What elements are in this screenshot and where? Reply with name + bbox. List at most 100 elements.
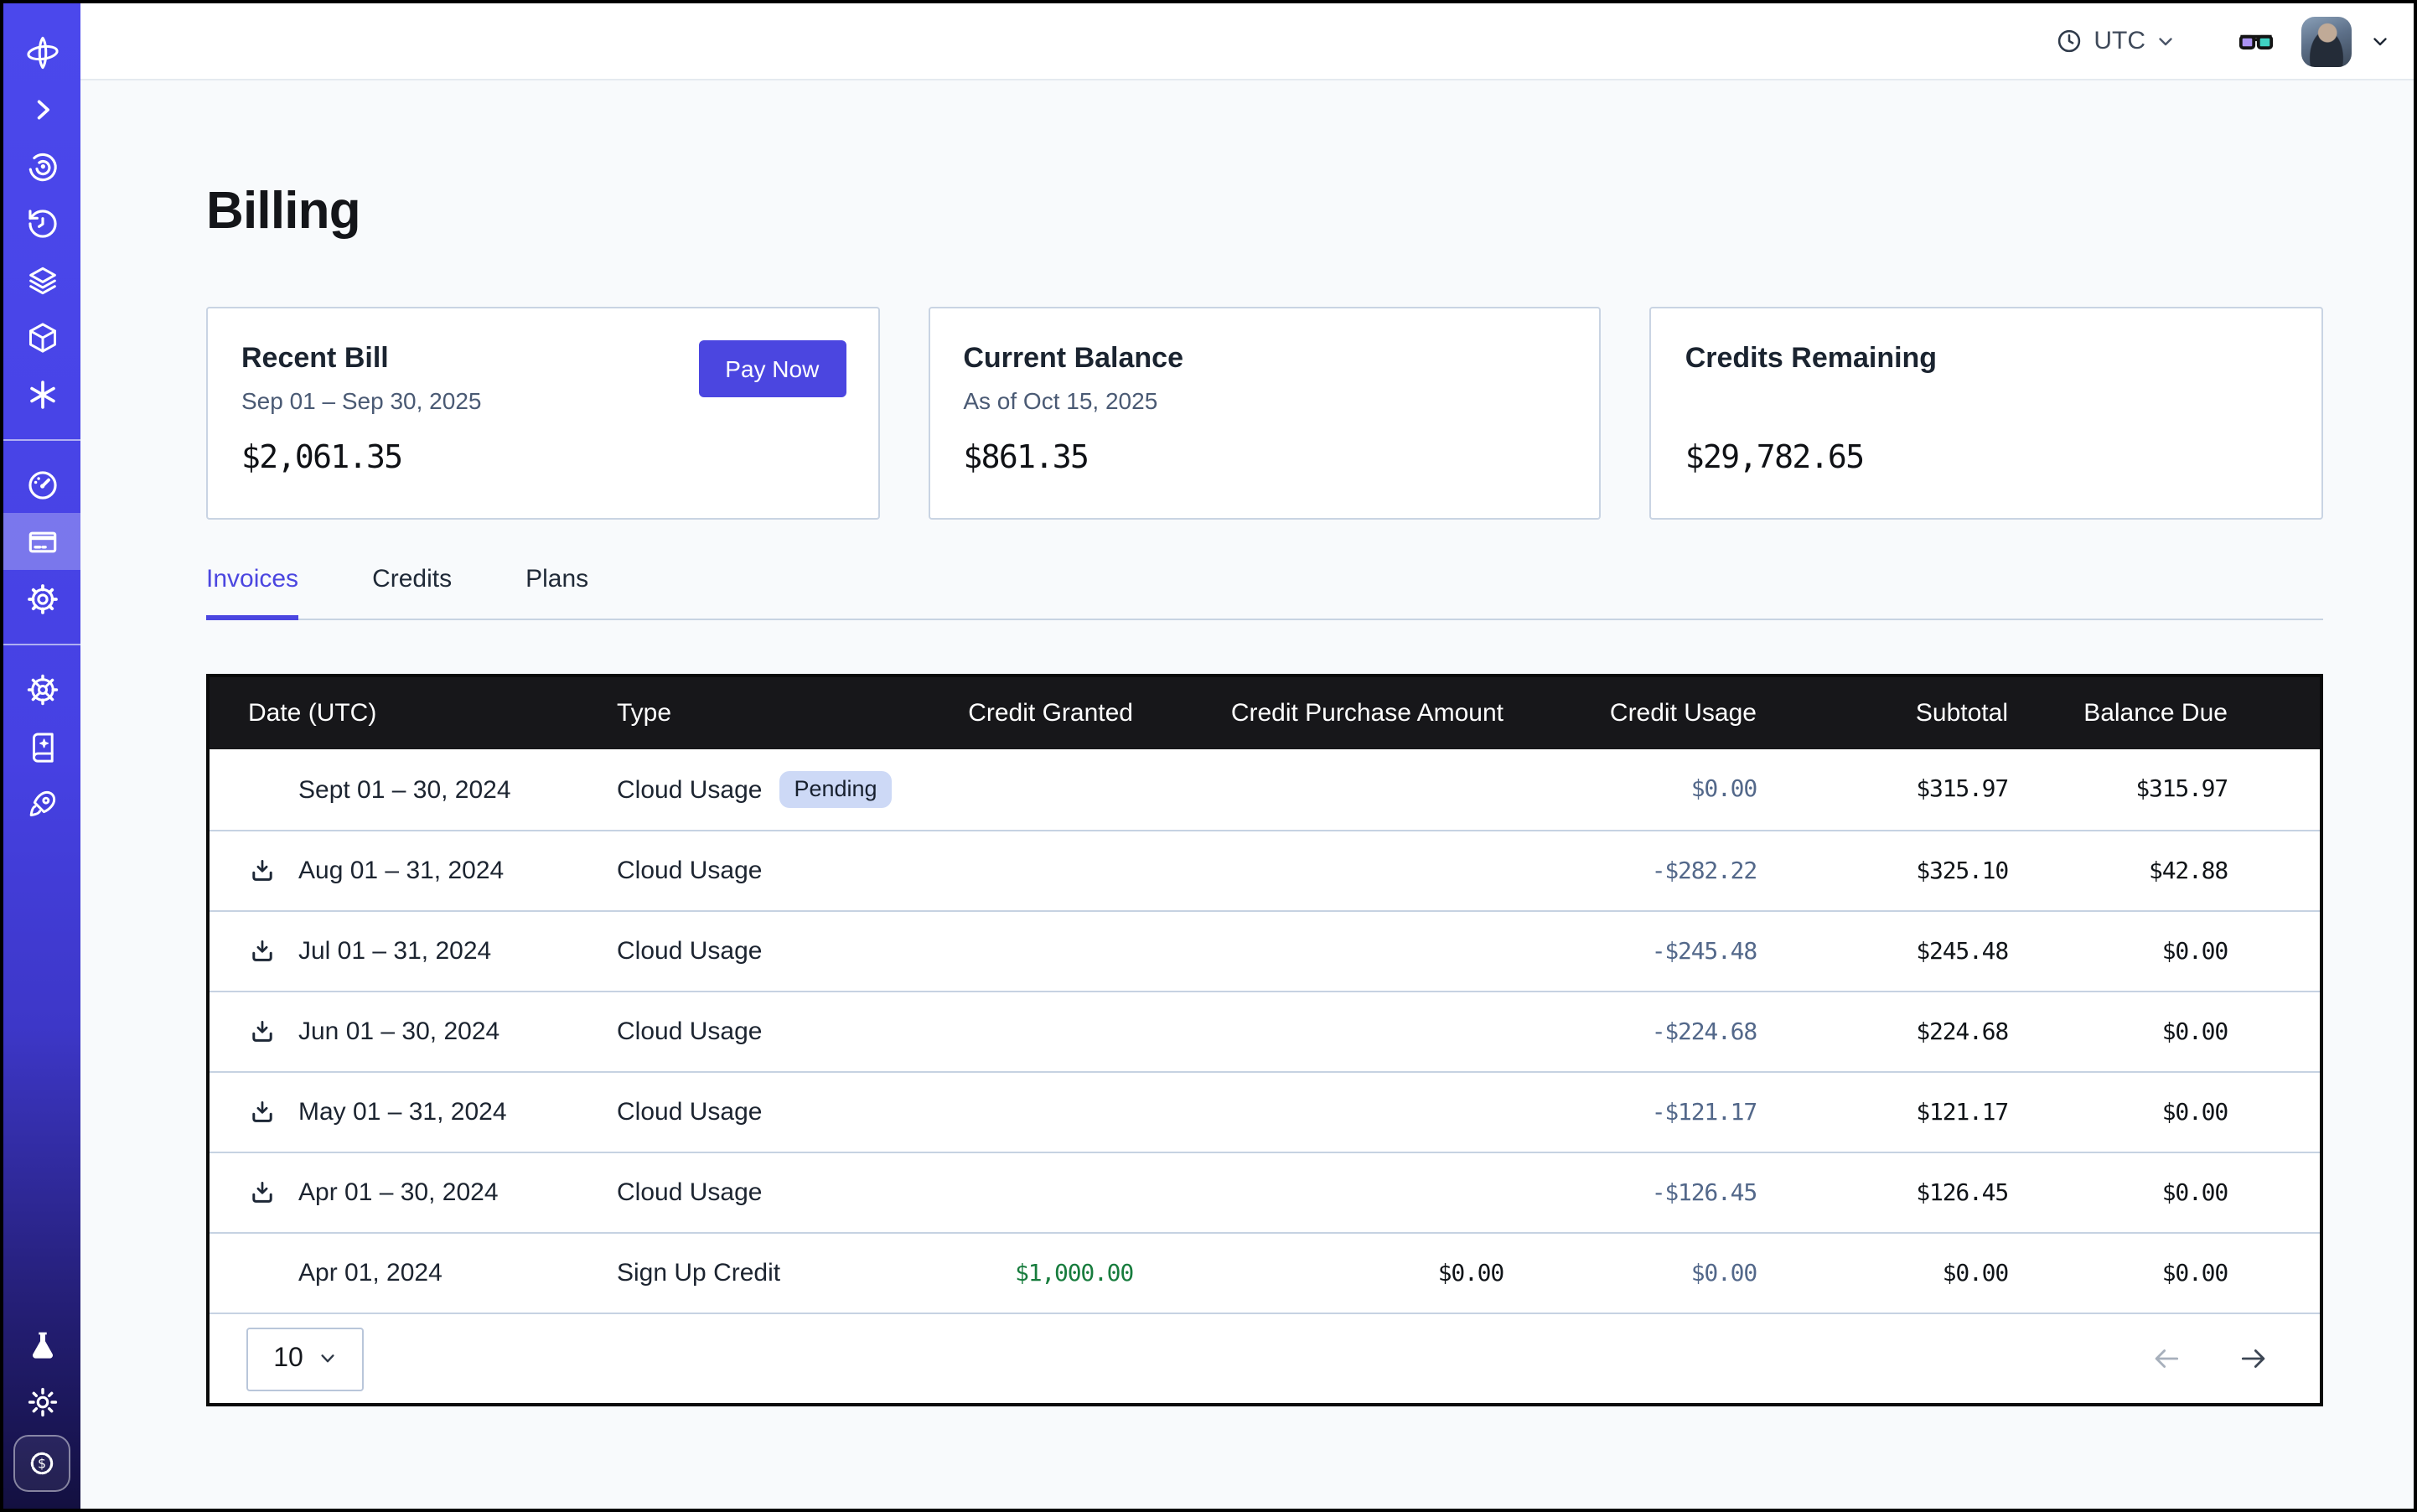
timezone-dropdown[interactable]: UTC <box>2055 27 2176 55</box>
next-page-button[interactable] <box>2238 1343 2269 1375</box>
invoice-date-cell: Jul 01 – 31, 2024 <box>210 937 617 966</box>
sidebar-item-observability[interactable] <box>3 137 80 194</box>
history-icon <box>24 205 60 241</box>
download-icon <box>248 1098 277 1126</box>
sidebar-item-billing[interactable] <box>3 513 80 570</box>
tab-credits[interactable]: Credits <box>372 565 452 619</box>
credit-purchase-value: $0.00 <box>1133 1260 1504 1287</box>
page-size-select[interactable]: 10 <box>246 1327 364 1390</box>
download-slot <box>248 1178 298 1207</box>
billing-card-icon <box>24 524 60 559</box>
invoice-date-cell: Sept 01 – 30, 2024 <box>210 775 617 804</box>
sidebar-item-theme[interactable] <box>3 1373 80 1430</box>
download-invoice-button[interactable] <box>248 1178 277 1207</box>
download-slot <box>248 857 298 885</box>
status-badge: Pending <box>779 771 892 808</box>
sidebar-item-launch[interactable] <box>3 774 80 831</box>
invoice-type: Cloud Usage <box>617 857 762 885</box>
sidebar-item-asterisk[interactable] <box>3 365 80 422</box>
invoice-type-cell: Cloud Usage <box>617 937 932 966</box>
card-title: Credits Remaining <box>1685 342 2288 375</box>
balance-due-value: $0.00 <box>2008 1018 2228 1045</box>
download-invoice-button[interactable] <box>248 1017 277 1046</box>
table-row: Jul 01 – 31, 2024 Cloud Usage -$245.48 $… <box>210 910 2320 991</box>
svg-text:$: $ <box>38 1456 46 1472</box>
invoice-date: Sept 01 – 30, 2024 <box>298 775 511 804</box>
balance-due-value: $42.88 <box>2008 857 2228 884</box>
table-row: Apr 01 – 30, 2024 Cloud Usage -$126.45 $… <box>210 1152 2320 1232</box>
sidebar-item-labs[interactable] <box>3 1316 80 1373</box>
subtotal-value: $126.45 <box>1757 1179 2008 1206</box>
download-icon <box>248 937 277 966</box>
sidebar-item-layers[interactable] <box>3 251 80 308</box>
user-avatar[interactable] <box>2301 16 2352 66</box>
subtotal-value: $245.48 <box>1757 938 2008 965</box>
sidebar-item-settings[interactable] <box>3 570 80 627</box>
download-invoice-button[interactable] <box>248 857 277 885</box>
invoice-date: Aug 01 – 31, 2024 <box>298 857 504 885</box>
arrow-left-icon <box>2150 1343 2182 1375</box>
column-header-subtotal: Subtotal <box>1757 699 2008 728</box>
recent-bill-card: Recent Bill Sep 01 – Sep 30, 2025 $2,061… <box>206 307 879 520</box>
download-slot <box>248 937 298 966</box>
download-invoice-button[interactable] <box>248 937 277 966</box>
tab-invoices[interactable]: Invoices <box>206 565 298 620</box>
sidebar-item-logo[interactable] <box>3 23 80 80</box>
previous-page-button[interactable] <box>2150 1343 2182 1375</box>
arrow-right-icon <box>2238 1343 2269 1375</box>
credit-usage-value: $0.00 <box>1504 1260 1757 1287</box>
invoice-type-cell: Sign Up Credit <box>617 1259 932 1287</box>
table-body: Sept 01 – 30, 2024 Cloud Usage Pending $… <box>210 749 2320 1313</box>
table-row: Apr 01, 2024 Sign Up Credit $1,000.00 $0… <box>210 1232 2320 1313</box>
balance-due-value: $0.00 <box>2008 1099 2228 1126</box>
chevron-right-icon <box>24 91 60 127</box>
invoice-date-cell: Jun 01 – 30, 2024 <box>210 1017 617 1046</box>
invoice-type-cell: Cloud Usage Pending <box>617 771 932 808</box>
credit-granted-value: $1,000.00 <box>932 1260 1133 1287</box>
balance-due-value: $0.00 <box>2008 1260 2228 1287</box>
gear-icon <box>24 581 60 616</box>
sidebar-item-usage[interactable] <box>3 456 80 513</box>
asterisk-icon <box>24 376 60 412</box>
table-row: May 01 – 31, 2024 Cloud Usage -$121.17 $… <box>210 1071 2320 1152</box>
helm-wheel-icon <box>24 671 60 707</box>
credits-remaining-amount: $29,782.65 <box>1685 439 2288 476</box>
invoices-table: Date (UTC) Type Credit Granted Credit Pu… <box>206 674 2323 1406</box>
reader-mode-button[interactable] <box>2236 21 2276 61</box>
chevron-down-icon <box>2156 31 2176 51</box>
column-header-balance-due: Balance Due <box>2008 699 2228 728</box>
sidebar-item-expand[interactable] <box>3 80 80 137</box>
sidebar-item-cube[interactable] <box>3 308 80 365</box>
pay-now-button[interactable]: Pay Now <box>698 340 846 397</box>
balance-due-value: $0.00 <box>2008 938 2228 965</box>
invoice-date: Jun 01 – 30, 2024 <box>298 1017 499 1046</box>
download-slot <box>248 775 298 804</box>
flask-icon <box>24 1327 60 1362</box>
topbar: UTC <box>80 3 2414 80</box>
sidebar-item-history[interactable] <box>3 194 80 251</box>
invoice-date: Jul 01 – 31, 2024 <box>298 937 491 966</box>
tab-plans[interactable]: Plans <box>525 565 588 619</box>
credit-usage-value: -$121.17 <box>1504 1099 1757 1126</box>
sidebar-item-credits[interactable]: $ <box>13 1435 70 1492</box>
column-header-type: Type <box>617 699 932 728</box>
billing-page: $ UTC <box>0 0 2417 1512</box>
sidebar-item-docs[interactable] <box>3 717 80 774</box>
user-menu-button[interactable] <box>2370 31 2390 51</box>
sidebar-item-helm[interactable] <box>3 660 80 717</box>
invoice-type-cell: Cloud Usage <box>617 1098 932 1126</box>
glasses-icon <box>2236 21 2276 61</box>
credit-usage-value: -$245.48 <box>1504 938 1757 965</box>
page-size-value: 10 <box>273 1344 303 1374</box>
subtotal-value: $0.00 <box>1757 1260 2008 1287</box>
credit-usage-value: -$282.22 <box>1504 857 1757 884</box>
table-footer: 10 <box>210 1313 2320 1403</box>
invoice-type: Cloud Usage <box>617 1178 762 1207</box>
download-invoice-button[interactable] <box>248 1098 277 1126</box>
current-balance-amount: $861.35 <box>963 439 1566 476</box>
download-icon <box>248 857 277 885</box>
column-header-credit-purchase: Credit Purchase Amount <box>1133 699 1504 728</box>
invoice-date: Apr 01, 2024 <box>298 1259 443 1287</box>
sidebar: $ <box>3 3 80 1509</box>
invoice-type: Cloud Usage <box>617 1017 762 1046</box>
